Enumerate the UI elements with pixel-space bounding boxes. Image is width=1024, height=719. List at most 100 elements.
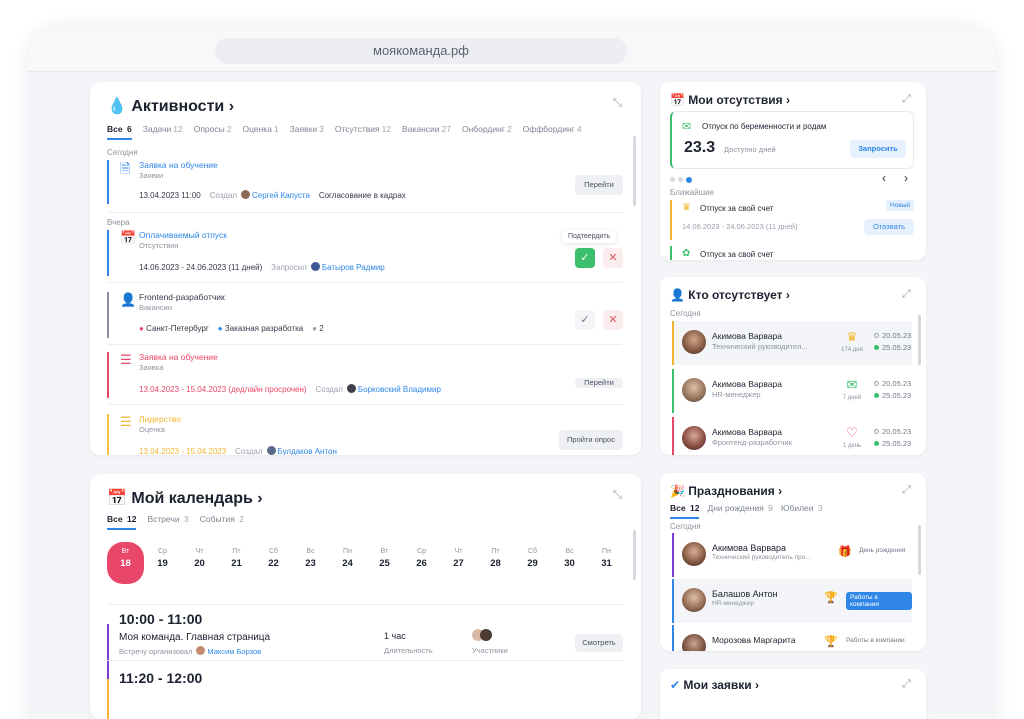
tab-anniversaries[interactable]: Юбилеи 3 [781,503,823,519]
reject-button[interactable]: ✕ [603,248,623,268]
tab-all[interactable]: Все 6 [107,124,132,140]
accept-button[interactable]: ✓ [575,310,595,330]
scrollbar[interactable] [633,136,636,206]
expand-icon[interactable]: ⤢ [902,288,911,301]
day-cell[interactable]: Пн 31 [588,542,625,584]
absences-card: 📅 Мои отсутствия › ⤢ ✉ Отпуск по беремен… [660,82,926,260]
carousel-prev-icon[interactable]: ‹ [882,171,886,185]
tab-all[interactable]: Все 12 [107,514,137,530]
tab-onboarding[interactable]: Онбординг 2 [462,124,512,140]
expand-icon[interactable]: ⤢ [902,484,911,497]
event-title[interactable]: Моя команда. Главная страница [119,632,270,643]
tab-meetings[interactable]: Встречи 3 [147,514,188,530]
tab-events[interactable]: События 2 [200,514,244,530]
carousel-next-icon[interactable]: › [904,171,908,185]
person-link[interactable]: Максим Борзов [207,647,261,656]
avatar [310,262,320,271]
day-cell[interactable]: Пн 24 [329,542,366,584]
absent-row[interactable]: Акимова Варвара Фронтенд-разработчик ♡ 1… [672,417,912,455]
tab-all[interactable]: Все 12 [670,503,700,519]
expand-icon[interactable]: ⤢ [902,678,911,691]
date-to: 25.05.23 [874,439,911,448]
celebrations-title[interactable]: 🎉 Празднования › [670,484,782,498]
person-link[interactable]: Булдаков Антон [278,447,337,455]
absent-row[interactable]: Акимова Варвара HR-менеджер ✉ 7 дней 20.… [672,369,912,413]
employee-role: Технический руководител... [712,342,808,351]
activity-item[interactable]: 📅 Оплачиваемый отпуск Отсутствия 14.06.2… [107,230,623,276]
collapse-icon[interactable]: ⤡ [613,489,622,502]
event-time[interactable]: 10:00 - 11:00 [119,611,202,627]
activity-title[interactable]: Оплачиваемый отпуск [139,230,227,240]
employee-role: Фронтенд-разработчик [712,438,792,447]
absences-title[interactable]: 📅 Мои отсутствия › [670,93,790,107]
event-time[interactable]: 11:20 - 12:00 [119,670,202,686]
day-cell[interactable]: Вс 23 [292,542,329,584]
day-cell[interactable]: Вс 30 [551,542,588,584]
tab-vacancies[interactable]: Вакансии 27 [402,124,451,140]
day-strip: Вт 18 Ср 19 Чт 20 Пт 21 Сб 22 Вс 23 Пн 24 Вт 25 … [107,542,625,584]
tab-requests[interactable]: Заявки 3 [290,124,324,140]
celebration-row[interactable]: Акимова Варвара Технический руководитель… [672,533,912,577]
decline-button[interactable]: ✕ [603,310,623,330]
activity-meta: 13.04.2023 11:00 Создал Сергей Капуста Со… [139,190,406,200]
request-button[interactable]: Запросить [850,140,906,158]
calendar-title[interactable]: 📅 Мой календарь › [107,488,263,508]
upcoming-item[interactable]: ✿ Отпуск за свой счет [670,246,914,260]
absent-row[interactable]: Акимова Варвара Технический руководител.… [672,321,912,365]
celebration-row[interactable]: Морозова Маргарита 🏆 Работы в компании [672,625,912,651]
go-button[interactable]: Перейти [575,378,623,388]
who-absent-title[interactable]: 👤 Кто отсутствует › [670,288,790,302]
day-cell[interactable]: Сб 29 [514,542,551,584]
celebrations-card: 🎉 Празднования › ⤢ Все 12 Дни рождения 9… [660,473,926,651]
tab-offboarding[interactable]: Оффбординг 4 [523,124,582,140]
day-cell[interactable]: Чт 20 [181,542,218,584]
tab-absences[interactable]: Отсутствия 12 [335,124,391,140]
scrollbar[interactable] [918,525,921,575]
day-cell[interactable]: Вт 25 [366,542,403,584]
go-button[interactable]: Перейти [575,175,623,195]
person-link[interactable]: Сергей Капуста [252,191,310,200]
activity-item[interactable]: 👤 Frontend-разработчик Вакансии ● Санкт-… [107,292,623,338]
day-cell[interactable]: Пт 21 [218,542,255,584]
scrollbar[interactable] [633,530,636,580]
celebration-badge: Работы в компании [846,592,912,610]
calendar-card: 📅 Мой календарь › ⤡ Все 12 Встречи 3 Соб… [90,474,641,719]
celebration-row[interactable]: Балашов Антон HR-менеджер 🏆 Работы в ком… [672,579,912,623]
day-cell[interactable]: Сб 22 [255,542,292,584]
activity-item[interactable]: ☰ Лидерство Оценка 13.04.2023 - 15.04.20… [107,414,623,455]
scrollbar[interactable] [918,315,921,365]
person-link[interactable]: Борковский Владимир [358,385,441,394]
activity-item[interactable]: 🗎 Заявка на обучение Заявки 13.04.2023 1… [107,160,623,204]
avatar [682,634,706,651]
day-cell[interactable]: Ср 26 [403,542,440,584]
take-survey-button[interactable]: Пройти опрос [559,430,623,450]
activity-title[interactable]: Заявка на обучение [139,160,218,170]
carousel-dots[interactable] [670,177,692,183]
activity-title[interactable]: Лидерство [139,414,181,424]
day-cell[interactable]: Вт 18 [107,542,144,584]
person-link[interactable]: Батыров Радмир [322,263,385,272]
withdraw-button[interactable]: Отозвать [864,219,914,235]
confirm-button[interactable]: ✓ [575,248,595,268]
activities-title[interactable]: 💧 Активности › [107,96,234,116]
participants-avatars [472,629,496,641]
tab-surveys[interactable]: Опросы 2 [194,124,232,140]
tab-assessment[interactable]: Оценка 1 [242,124,278,140]
tab-birthdays[interactable]: Дни рождения 9 [707,503,772,519]
date-from: 20.05.23 [874,427,911,436]
day-cell[interactable]: Ср 19 [144,542,181,584]
upcoming-label: Ближайшие [670,188,714,197]
requests-title[interactable]: ✔ Мои заявки › [670,678,759,692]
activity-item[interactable]: ☰ Заявка на обучение Заявка 13.04.2023 -… [107,352,623,398]
view-button[interactable]: Смотреть [575,634,623,652]
day-cell[interactable]: Пт 28 [477,542,514,584]
upcoming-item[interactable]: ♛ Отпуск за свой счет Новый 14.06.2023 -… [670,200,915,240]
activity-type: Отсутствия [139,241,179,250]
expand-icon[interactable]: ⤢ [902,93,911,106]
activity-title[interactable]: Заявка на обучение [139,352,218,362]
day-cell[interactable]: Чт 27 [440,542,477,584]
address-bar[interactable]: моякоманда.рф [215,38,627,64]
collapse-icon[interactable]: ⤡ [613,97,622,110]
tab-tasks[interactable]: Задачи 12 [143,124,183,140]
activity-title[interactable]: Frontend-разработчик [139,292,225,302]
